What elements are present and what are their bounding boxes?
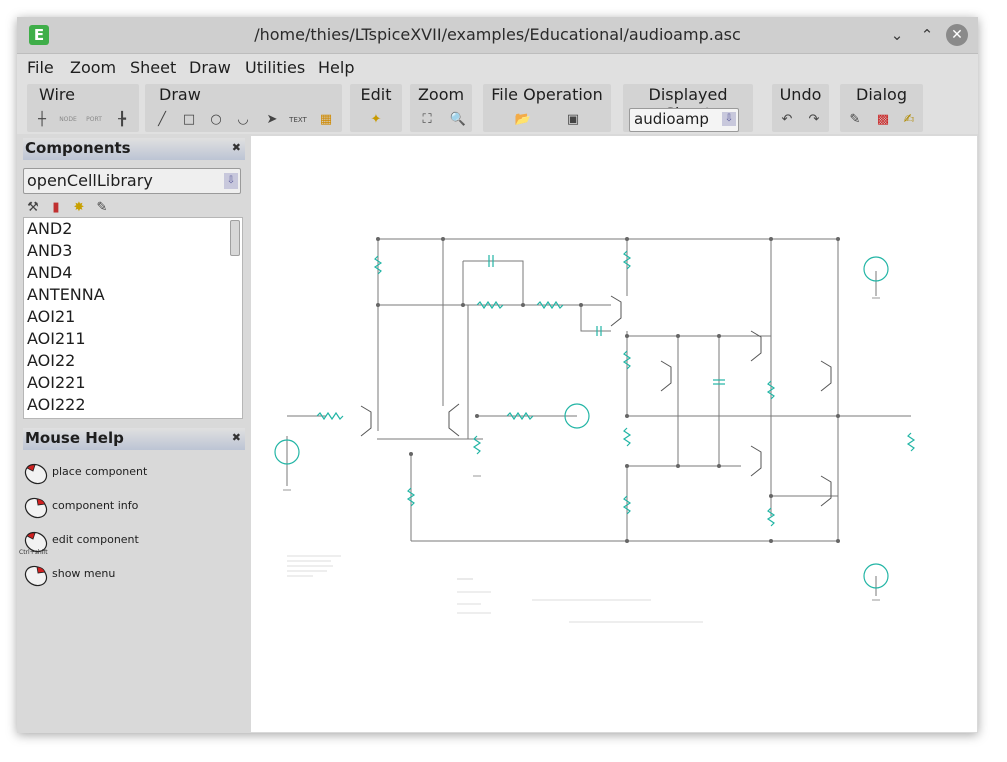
list-item[interactable]: AOI22 [24,350,242,372]
minimize-icon[interactable]: ⌄ [886,24,908,46]
arrow-icon[interactable]: ➤ [261,110,283,130]
maximize-icon[interactable]: ⌃ [916,24,938,46]
port-icon[interactable]: PORT [83,110,105,130]
mouse-help-title: Mouse Help [25,429,124,447]
menu-help[interactable]: Help [318,58,354,77]
transistors [360,295,832,507]
grounds [283,297,880,601]
window-title: /home/thies/LTspiceXVII/examples/Educati… [254,25,741,44]
mouse-help-label: place component [52,465,148,478]
list-item[interactable]: AOI221 [24,372,242,394]
zoom-icon[interactable]: 🔍 [447,110,469,130]
schematic-canvas[interactable] [251,136,977,732]
undo-icon[interactable]: ↶ [776,110,798,130]
save-icon[interactable]: ▣ [562,110,584,130]
menu-draw[interactable]: Draw [189,58,231,77]
chevron-down-icon: ⇩ [224,173,238,189]
library-select[interactable]: openCellLibrary ⇩ [23,168,241,194]
menu-bar: File Zoom Sheet Draw Utilities Help [17,54,978,82]
displayed-sheet-select[interactable]: audioamp ⇩ [629,108,739,132]
settings-icon[interactable]: ✎ [844,110,866,130]
library-value: openCellLibrary [27,171,153,190]
wire-icon[interactable]: ┼ [31,110,53,130]
toolbar-group-displayed-sheet: Displayed Sheet audioamp ⇩ [623,84,753,132]
place-component-icon[interactable]: ⚒ [23,200,43,218]
toolbar-group-file-operation: File Operation 📂 ▣ [483,84,611,132]
new-component-icon[interactable]: ✸ [69,200,89,218]
edit-wand-icon[interactable]: ✦ [365,110,387,130]
edit-component-icon[interactable]: ✎ [92,200,112,218]
list-item[interactable]: ANTENNA [24,284,242,306]
circle-icon[interactable]: ○ [205,110,227,130]
list-item[interactable]: AND2 [24,218,242,240]
zoom-fit-icon[interactable]: ⛶ [416,110,438,130]
group-label-file-operation: File Operation [491,85,603,104]
color-icon[interactable]: ▩ [872,110,894,130]
schematic-drawing [274,237,916,623]
toolbar-group-dialog: Dialog ✎ ▩ ✍ [840,84,923,132]
mouse-icon [24,497,48,519]
arc-icon[interactable]: ◡ [232,110,254,130]
group-label-wire: Wire [39,85,75,104]
node-icon[interactable]: NODE [57,110,79,130]
menu-utilities[interactable]: Utilities [245,58,305,77]
toolbar-group-zoom: Zoom ⛶ 🔍 [410,84,472,132]
close-icon[interactable]: ✕ [946,24,968,46]
mouse-help-panel-title: Mouse Help ✖ [23,428,245,450]
toolbar-group-wire: Wire ┼ NODE PORT ╊ [27,84,139,132]
scrollbar-thumb[interactable] [230,220,240,256]
menu-file[interactable]: File [27,58,54,77]
list-item[interactable]: AOI21 [24,306,242,328]
mouse-help-label: edit component [52,533,139,546]
toolbar-group-draw: Draw ╱ □ ○ ◡ ➤ TEXT ▦ [145,84,342,132]
rect-icon[interactable]: □ [178,110,200,130]
list-item[interactable]: AOI211 [24,328,242,350]
group-label-dialog: Dialog [856,85,907,104]
mouse-icon [24,565,48,587]
component-info-icon[interactable]: ▮ [46,200,66,218]
menu-zoom[interactable]: Zoom [70,58,116,77]
schematic-annotations [287,555,703,623]
group-label-draw: Draw [159,85,201,104]
open-icon[interactable]: 📂 [512,110,534,130]
group-label-undo: Undo [779,85,822,104]
list-item[interactable]: AND4 [24,262,242,284]
close-icon[interactable]: ✖ [232,431,241,444]
mouse-help-label: component info [52,499,139,512]
component-tools: ⚒ ▮ ✸ ✎ [23,196,115,216]
app-window: E /home/thies/LTspiceXVII/examples/Educa… [17,17,978,733]
toolbar-group-edit: Edit ✦ [350,84,402,132]
symbol-icon[interactable]: ▦ [315,110,337,130]
chevron-down-icon: ⇩ [722,112,736,126]
group-label-zoom: Zoom [417,85,465,104]
toolbar: Wire ┼ NODE PORT ╊ Draw ╱ □ ○ ◡ ➤ TEXT ▦… [17,82,978,134]
list-item[interactable]: AOI222 [24,394,242,416]
components-title: Components [25,139,131,157]
mouse-help-label: show menu [52,567,116,580]
components-panel-title: Components ✖ [23,138,245,160]
menu-sheet[interactable]: Sheet [130,58,176,77]
wires [286,238,911,596]
close-icon[interactable]: ✖ [232,141,241,154]
modifier-label: Ctrl+shift [19,549,48,556]
text-icon[interactable]: TEXT [287,110,309,130]
title-bar: E /home/thies/LTspiceXVII/examples/Educa… [17,17,978,54]
redo-icon[interactable]: ↷ [803,110,825,130]
line-icon[interactable]: ╱ [151,110,173,130]
mouse-icon [24,463,48,485]
group-label-edit: Edit [360,85,392,104]
displayed-sheet-value: audioamp [634,110,709,128]
toolbar-group-undo: Undo ↶ ↷ [772,84,829,132]
bus-icon[interactable]: ╊ [111,110,133,130]
notes-icon[interactable]: ✍ [898,110,920,130]
list-item[interactable]: AND3 [24,240,242,262]
component-list[interactable]: AND2 AND3 AND4 ANTENNA AOI21 AOI211 AOI2… [23,217,243,419]
